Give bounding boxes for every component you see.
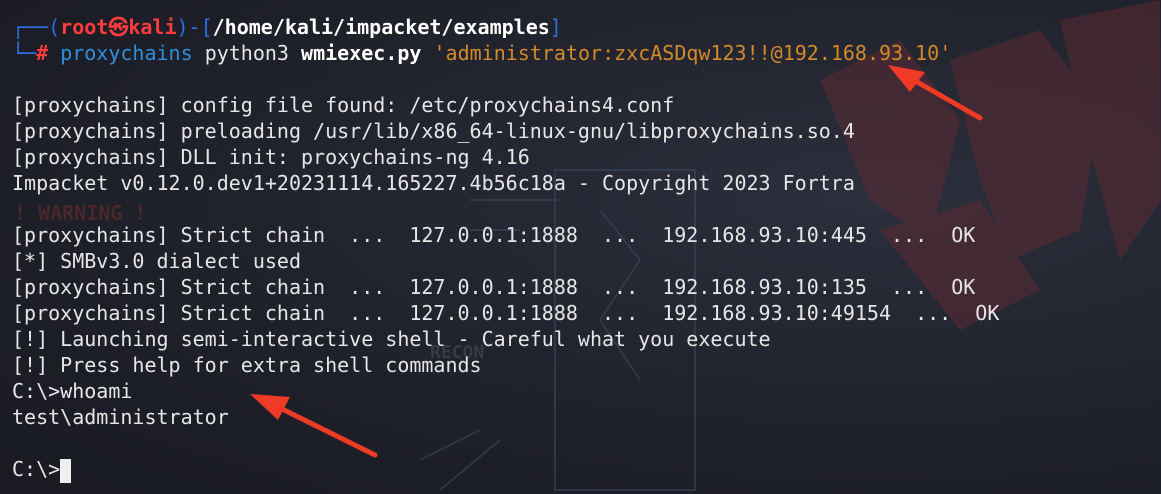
output-line: [*] SMBv3.0 dialect used	[12, 249, 301, 273]
cmd-proxychains: proxychains	[60, 41, 193, 65]
prompt-corner-top: ┌──(	[12, 15, 61, 39]
cmd-script: wmiexec.py	[301, 41, 422, 65]
cmd-argument: 'administrator:zxcASDqw123!!@192.168.93.…	[433, 41, 952, 65]
skull-icon: ㉿	[108, 15, 129, 39]
prompt-separator: )-[	[176, 15, 213, 39]
prompt-end: ]	[549, 15, 562, 39]
output-line: [!] Launching semi-interactive shell - C…	[12, 327, 771, 351]
command-line: └─# proxychains python3 wmiexec.py 'admi…	[12, 40, 1161, 66]
prompt-path: /home/kali/impacket/examples	[212, 15, 550, 39]
output-line: [proxychains] preloading /usr/lib/x86_64…	[12, 119, 855, 143]
output-line: C:\>whoami	[12, 379, 133, 403]
terminal-window[interactable]: ! WARNING ! RECON ┌──(root㉿kali)-[/home/…	[0, 0, 1161, 494]
output-line: [!] Press help for extra shell commands	[12, 353, 482, 377]
output-line: [proxychains] Strict chain ... 127.0.0.1…	[12, 275, 976, 299]
output-line: [proxychains] Strict chain ... 127.0.0.1…	[12, 223, 976, 247]
output-line: [proxychains] DLL init: proxychains-ng 4…	[12, 145, 530, 169]
prompt-hash: #	[36, 41, 49, 65]
output-line: [proxychains] config file found: /etc/pr…	[12, 93, 675, 117]
output-line: [proxychains] Strict chain ... 127.0.0.1…	[12, 301, 1000, 325]
cmd-python: python3	[204, 41, 289, 65]
prompt-host: kali	[128, 15, 177, 39]
prompt-corner-bottom: └─	[12, 41, 37, 65]
output-line: Impacket v0.12.0.dev1+20231114.165227.4b…	[12, 171, 855, 195]
prompt-header: ┌──(root㉿kali)-[/home/kali/impacket/exam…	[12, 14, 1161, 40]
text-cursor[interactable]	[60, 458, 72, 483]
terminal-output: ┌──(root㉿kali)-[/home/kali/impacket/exam…	[12, 14, 1161, 483]
output-line: test\administrator	[12, 405, 229, 429]
prompt-user: root	[60, 15, 109, 39]
shell-prompt: C:\>	[12, 457, 61, 481]
shell-prompt-line[interactable]: C:\>	[12, 456, 1161, 483]
